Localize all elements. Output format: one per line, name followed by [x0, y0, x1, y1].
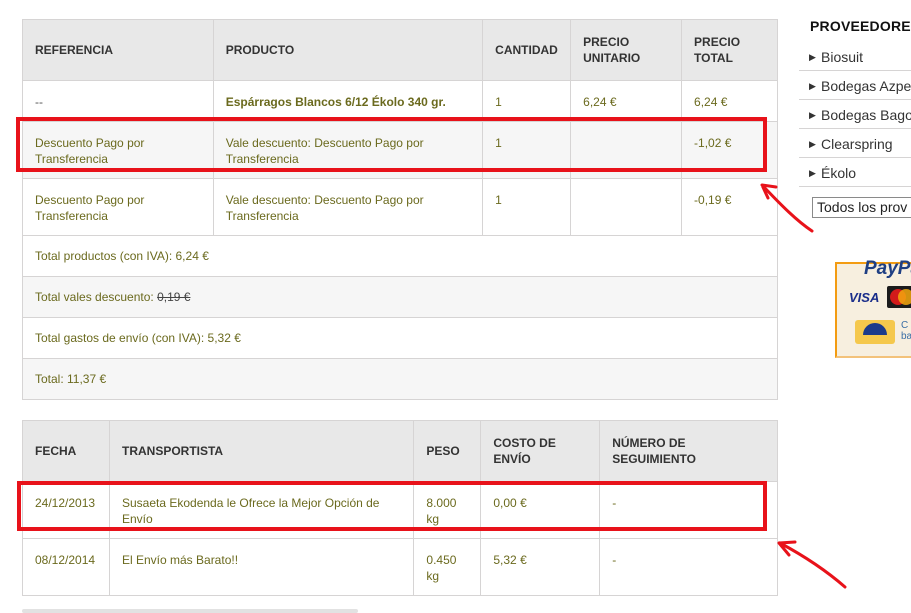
brand-select[interactable]: Todos los prov: [812, 197, 911, 218]
sidebar: PROVEEDORES ▶ Biosuit ▶ Bodegas Azpe ▶ Bode…: [799, 0, 911, 613]
brand-link-bodegas-bago[interactable]: ▶ Bodegas Bago: [799, 100, 911, 129]
visa-logo: VISA: [849, 290, 880, 305]
payment-methods-banner[interactable]: PayPal VISA Cba: [835, 258, 911, 358]
aurora-card-icon: [855, 320, 895, 344]
sidebar-title: PROVEEDORES: [810, 18, 911, 34]
caret-right-icon: ▶: [809, 110, 816, 120]
brand-link-clearspring[interactable]: ▶ Clearspring: [799, 129, 911, 158]
brand-link-ekolo[interactable]: ▶ Ékolo: [799, 158, 911, 187]
caret-right-icon: ▶: [809, 81, 816, 91]
caret-right-icon: ▶: [809, 168, 816, 178]
brand-list: ▶ Biosuit ▶ Bodegas Azpe ▶ Bodegas Bago ▶ Cl…: [799, 42, 911, 187]
horizontal-scrollbar[interactable]: [22, 609, 358, 613]
brand-link-biosuit[interactable]: ▶ Biosuit: [799, 42, 911, 71]
mastercard-icon: [887, 286, 911, 308]
paypal-logo: PayPal: [864, 258, 911, 279]
annotation-arrows: [760, 183, 847, 589]
caret-right-icon: ▶: [809, 52, 816, 62]
brand-link-bodegas-azpe[interactable]: ▶ Bodegas Azpe: [799, 71, 911, 100]
caret-right-icon: ▶: [809, 139, 816, 149]
bank-text: Cba: [901, 320, 911, 342]
